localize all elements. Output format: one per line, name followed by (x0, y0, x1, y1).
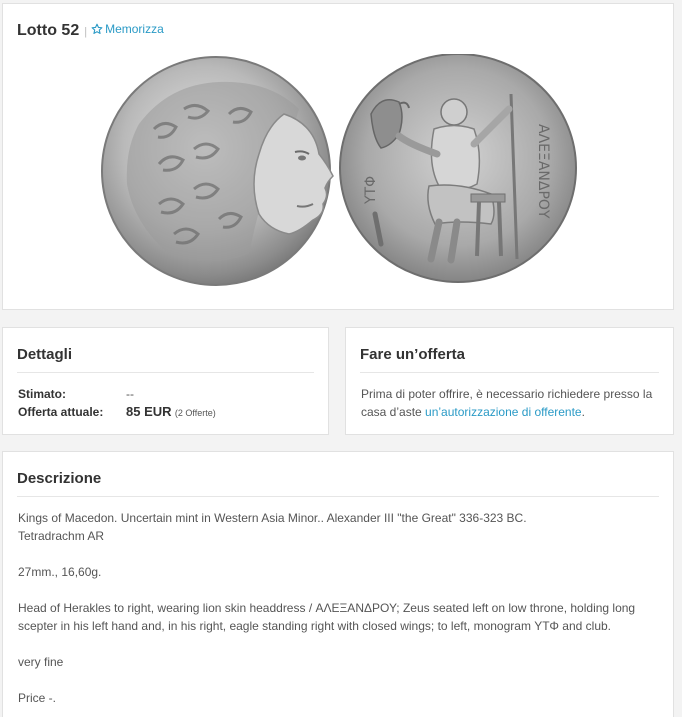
offer-instructions: Prima di poter offrire, è necessario ric… (361, 385, 661, 421)
offer-title: Fare un’offerta (360, 346, 466, 363)
lot-card: Lotto 52 | Memorizza ΥΤΦ ΑΛΕΞΑΝΔΡΟΥ (2, 3, 674, 310)
lot-title: Lotto 52 (17, 22, 80, 39)
description-card: Descrizione Kings of Macedon. Uncertain … (2, 451, 674, 717)
svg-text:ΥΤΦ: ΥΤΦ (363, 176, 379, 205)
offer-card: Fare un’offerta Prima di poter offrire, … (345, 327, 674, 435)
lot-header: Lotto 52 | Memorizza (17, 22, 164, 40)
estimate-label: Stimato: (18, 387, 66, 401)
description-title: Descrizione (17, 470, 102, 487)
current-offer-value: 85 EUR (126, 404, 172, 419)
description-line: Kings of Macedon. Uncertain mint in West… (18, 511, 527, 525)
svg-text:ΑΛΕΞΑΝΔΡΟΥ: ΑΛΕΞΑΝΔΡΟΥ (535, 124, 551, 219)
estimate-row: Stimato: -- (18, 387, 134, 401)
coin-reverse: ΥΤΦ ΑΛΕΞΑΝΔΡΟΥ (339, 54, 577, 283)
offer-count[interactable]: (2 Offerte) (175, 408, 216, 418)
offer-divider (360, 372, 659, 373)
coin-obverse (101, 56, 334, 286)
offer-instructions-end: . (581, 405, 585, 419)
description-divider (17, 496, 659, 497)
save-lot-label: Memorizza (105, 22, 164, 36)
description-line: 27mm., 16,60g. (18, 565, 102, 579)
details-title: Dettagli (17, 346, 73, 363)
description-line: Price -. (18, 691, 57, 705)
current-offer-row: Offerta attuale: 85 EUR (2 Offerte) (18, 404, 216, 419)
star-outline-icon (91, 23, 103, 34)
estimate-value: -- (126, 387, 134, 401)
coin-image[interactable]: ΥΤΦ ΑΛΕΞΑΝΔΡΟΥ (99, 54, 579, 290)
description-line: very fine (18, 655, 64, 669)
description-line: Head of Herakles to right, wearing lion … (18, 601, 636, 633)
bidder-authorization-link[interactable]: un’autorizzazione di offerente (425, 405, 582, 419)
details-card: Dettagli Stimato: -- Offerta attuale: 85… (2, 327, 329, 435)
details-divider (17, 372, 314, 373)
description-body: Kings of Macedon. Uncertain mint in West… (18, 509, 668, 707)
current-offer-value-wrap: 85 EUR (2 Offerte) (126, 404, 216, 419)
description-line: Tetradrachm AR (18, 529, 105, 543)
header-separator: | (84, 26, 88, 38)
save-lot-link[interactable]: Memorizza (91, 22, 164, 36)
current-offer-label: Offerta attuale: (18, 405, 104, 419)
